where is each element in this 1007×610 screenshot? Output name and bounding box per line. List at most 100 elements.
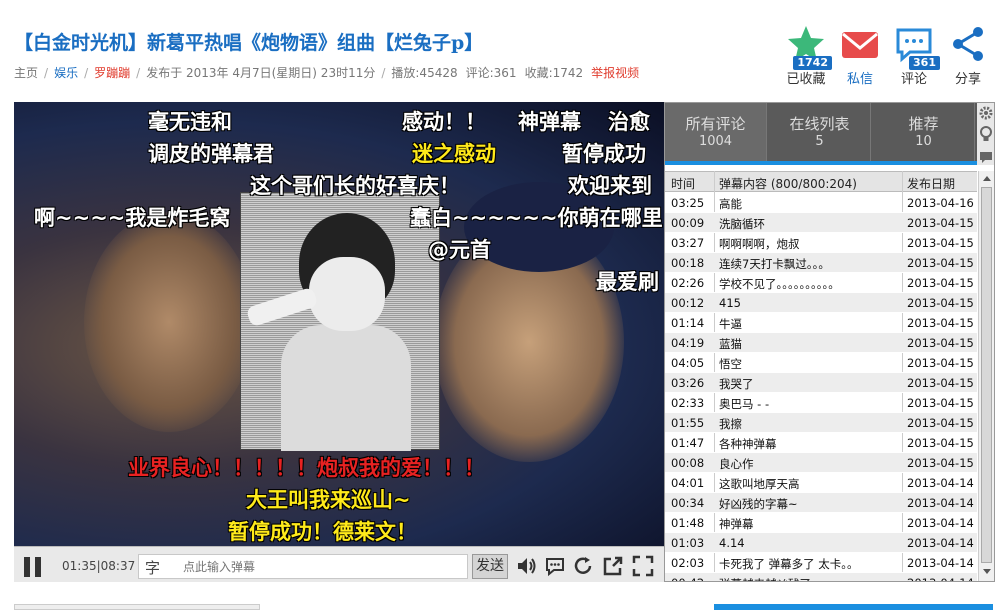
row-date: 2013-04-15 <box>907 416 974 430</box>
loop-icon[interactable] <box>572 555 594 577</box>
danmaku-comment: 治愈 <box>608 110 650 134</box>
volume-icon[interactable] <box>516 555 538 577</box>
popout-icon[interactable] <box>602 555 624 577</box>
favorite-button[interactable]: 1742 已收藏 <box>780 24 832 87</box>
table-row[interactable]: 00:42 弹幕越来越凶残了 2013-04-14 <box>665 573 977 581</box>
table-row[interactable]: 03:26 我哭了 2013-04-15 <box>665 373 977 393</box>
table-row[interactable]: 02:33 奥巴马 - - 2013-04-15 <box>665 393 977 413</box>
row-content: 奥巴马 - - <box>719 397 770 411</box>
video-player[interactable]: 毫无违和 感动！！ 神弹幕 治愈 调皮的弹幕君 迷之感动 暂停成功 这个哥们长的… <box>14 102 664 582</box>
row-time: 01:03 <box>671 536 705 550</box>
danmaku-comment: 蠢白~~~~~~你萌在哪里 <box>410 206 663 230</box>
tab-online-list[interactable]: 在线列表 5 <box>769 103 871 161</box>
comment-button[interactable]: 361 评论 <box>888 24 940 87</box>
row-content: 学校不见了。。。。。。。。。。 <box>719 277 840 291</box>
danmaku-comment: 这个哥们长的好喜庆！ <box>250 174 460 198</box>
column-header-date[interactable]: 发布日期 <box>907 175 955 192</box>
comment-badge: 361 <box>909 56 940 70</box>
author-link[interactable]: 罗蹦蹦 <box>94 66 130 80</box>
table-row[interactable]: 00:09 洗脑循环 2013-04-15 <box>665 213 977 233</box>
row-content: 这歌叫地厚天高 <box>719 477 800 491</box>
row-content: 牛逼 <box>719 317 742 331</box>
tab-recommend[interactable]: 推荐 10 <box>873 103 975 161</box>
send-button[interactable]: 发送 <box>472 554 508 579</box>
row-content: 神弹幕 <box>719 517 754 531</box>
report-link[interactable]: 举报视频 <box>591 66 639 80</box>
lightbulb-icon[interactable] <box>979 126 993 146</box>
scroll-down-arrow[interactable] <box>983 569 991 574</box>
row-content: 4.14 <box>719 536 745 550</box>
table-row[interactable]: 01:48 神弹幕 2013-04-14 <box>665 513 977 533</box>
row-time: 00:12 <box>671 296 705 310</box>
table-row[interactable]: 04:05 悟空 2013-04-15 <box>665 353 977 373</box>
danmaku-style-button[interactable]: 字 <box>145 557 160 578</box>
row-time: 03:26 <box>671 376 705 390</box>
fullscreen-icon[interactable] <box>632 555 654 577</box>
table-row[interactable]: 01:03 4.14 2013-04-14 <box>665 533 977 553</box>
video-frame[interactable]: 毫无违和 感动！！ 神弹幕 治愈 调皮的弹幕君 迷之感动 暂停成功 这个哥们长的… <box>14 102 664 546</box>
row-time: 04:19 <box>671 336 705 350</box>
table-row[interactable]: 03:27 啊啊啊啊，炮叔 2013-04-15 <box>665 233 977 253</box>
row-time: 04:01 <box>671 476 705 490</box>
table-row[interactable]: 04:19 蓝猫 2013-04-15 <box>665 333 977 353</box>
row-date: 2013-04-14 <box>907 516 974 530</box>
row-content: 好凶残的字幕~ <box>719 497 798 511</box>
comment-bubble-icon: 361 <box>894 24 940 70</box>
breadcrumb-category[interactable]: 娱乐 <box>54 66 78 80</box>
table-row[interactable]: 01:14 牛逼 2013-04-15 <box>665 313 977 333</box>
table-row[interactable]: 02:03 卡死我了 弹幕多了 太卡。。 2013-04-14 <box>665 553 977 573</box>
comment-count: 评论:361 <box>465 66 517 80</box>
row-time: 00:09 <box>671 216 705 230</box>
share-button[interactable]: 分享 <box>942 24 994 87</box>
table-row[interactable]: 04:01 这歌叫地厚天高 2013-04-14 <box>665 473 977 493</box>
danmaku-comment: 最爱刷 <box>596 270 659 294</box>
column-header-time[interactable]: 时间 <box>671 175 695 192</box>
table-row[interactable]: 01:55 我擦 2013-04-15 <box>665 413 977 433</box>
video-meta: 主页 / 娱乐 / 罗蹦蹦 / 发布于 2013年 4月7日(星期日) 23时11分 / 播放:… <box>14 66 640 80</box>
row-date: 2013-04-15 <box>907 396 974 410</box>
table-row[interactable]: 01:47 各种神弹幕 2013-04-15 <box>665 433 977 453</box>
table-row[interactable]: 00:34 好凶残的字幕~ 2013-04-14 <box>665 493 977 513</box>
row-date: 2013-04-15 <box>907 236 974 250</box>
scroll-thumb[interactable] <box>981 187 992 563</box>
danmaku-input[interactable] <box>183 557 463 577</box>
danmaku-comment: @元首 <box>428 238 491 262</box>
danmaku-list: 03:25 高能 2013-04-16 00:09 洗脑循环 2013-04-15 03:2… <box>665 193 977 581</box>
row-content: 蓝猫 <box>719 337 742 351</box>
row-date: 2013-04-14 <box>907 496 974 510</box>
danmaku-comment: 感动！！ <box>402 110 486 134</box>
danmaku-comment: 神弹幕 <box>518 110 581 134</box>
table-row[interactable]: 00:08 良心作 2013-04-15 <box>665 453 977 473</box>
scrollbar[interactable] <box>978 171 994 581</box>
table-row[interactable]: 00:12 415 2013-04-15 <box>665 293 977 313</box>
page: 【白金时光机】新葛平热唱《炮物语》组曲【烂兔子p】 主页 / 娱乐 / 罗蹦蹦 / 发布于 … <box>0 0 1007 610</box>
danmaku-comment: 毫无违和 <box>148 110 232 134</box>
time-display: 01:35|08:37 <box>62 559 136 573</box>
gear-icon[interactable] <box>979 105 993 124</box>
column-header-content[interactable]: 弹幕内容 (800/800:204) <box>719 175 857 192</box>
tab-all-comments[interactable]: 所有评论 1004 <box>665 103 767 161</box>
side-panel: 所有评论 1004 在线列表 5 推荐 10 时间 弹幕内容 (800/800:… <box>664 102 995 582</box>
favorite-count: 收藏:1742 <box>524 66 584 80</box>
row-date: 2013-04-15 <box>907 356 974 370</box>
pause-button[interactable] <box>24 557 42 577</box>
row-content: 高能 <box>719 197 742 211</box>
row-date: 2013-04-15 <box>907 456 974 470</box>
play-count: 播放:45428 <box>391 66 458 80</box>
danmaku-comment: 欢迎来到 <box>568 174 652 198</box>
message-button[interactable]: 私信 <box>834 24 886 87</box>
row-date: 2013-04-14 <box>907 556 974 570</box>
scroll-up-arrow[interactable] <box>983 176 991 181</box>
row-time: 01:55 <box>671 416 705 430</box>
row-date: 2013-04-14 <box>907 576 975 581</box>
row-time: 02:26 <box>671 276 705 290</box>
table-row[interactable]: 02:26 学校不见了。。。。。。。。。。 2013-04-15 <box>665 273 977 293</box>
danmaku-toggle-icon[interactable] <box>544 555 566 577</box>
table-row[interactable]: 00:18 连续7天打卡飘过。。。 2013-04-15 <box>665 253 977 273</box>
chat-icon[interactable] <box>979 149 993 168</box>
danmaku-comment: 暂停成功！德莱文！ <box>228 520 417 544</box>
breadcrumb-home[interactable]: 主页 <box>14 66 38 80</box>
row-content: 悟空 <box>719 357 742 371</box>
table-row[interactable]: 03:25 高能 2013-04-16 <box>665 193 977 213</box>
row-time: 00:08 <box>671 456 705 470</box>
